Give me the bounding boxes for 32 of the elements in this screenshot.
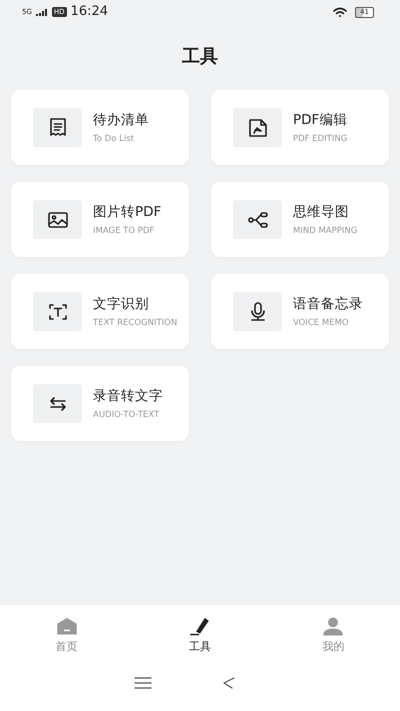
tool-subtitle: AUDIO-TO-TEXT [93,408,160,420]
tool-card[interactable]: 思维导图 MIND MAPPING [211,182,389,257]
tab-button[interactable]: 我的 [266,615,400,655]
tool-card[interactable]: 录音转文字 AUDIO-TO-TEXT [11,366,189,441]
tab-button[interactable]: 工具 [133,615,267,655]
signal-icon [36,8,48,16]
tool-card[interactable]: 语音备忘录 VOICE MEMO [211,274,389,349]
tool-subtitle: To Do List [93,132,135,144]
page-title: 工具 [181,45,219,69]
tool-title: 思维导图 [293,202,350,220]
tool-card[interactable]: PDF编辑 PDF EDITING [211,90,389,165]
tool-card[interactable]: 文字识别 TEXT RECOGNITION [11,274,189,349]
menu-icon [134,677,152,689]
tool-subtitle: MIND MAPPING [293,224,358,236]
tool-subtitle: VOICE MEMO [293,316,350,328]
tool-subtitle: IMAGE TO PDF [93,224,156,236]
tool-title: PDF编辑 [293,110,348,128]
back-icon [222,677,236,689]
tool-title: 语音备忘录 [293,294,363,312]
tool-title: 待办清单 [93,110,149,128]
tool-title: 文字识别 [93,294,150,312]
tool-subtitle: PDF EDITING [293,132,348,144]
clock-time: 16:24 [70,3,108,22]
tool-card[interactable]: 图片转PDF IMAGE TO PDF [11,182,189,257]
person-icon [321,615,346,636]
tool-subtitle: TEXT RECOGNITION [93,316,178,328]
wifi-icon [333,6,348,18]
tool-title: 图片转PDF [93,202,162,220]
tool-card[interactable]: 待办清单 To Do List [11,90,189,165]
tool-title: 录音转文字 [93,386,163,404]
tab-button[interactable]: 首页 [0,615,134,655]
home-icon [54,615,79,636]
